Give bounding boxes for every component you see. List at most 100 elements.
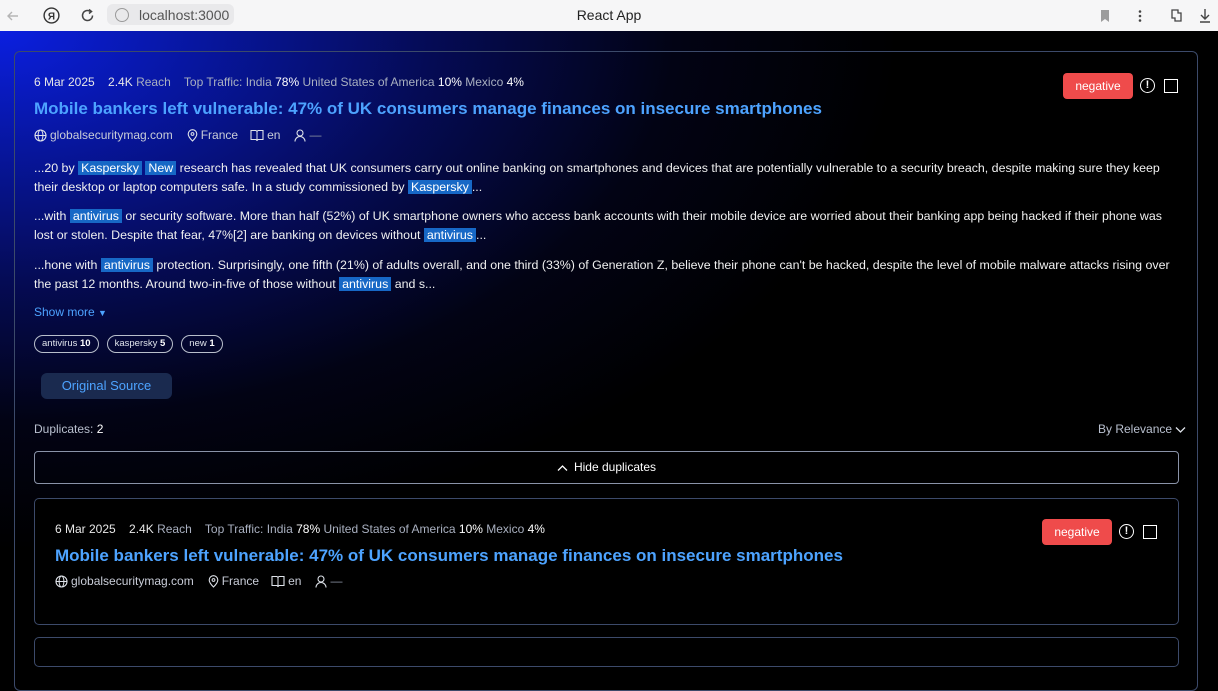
source-country: France: [200, 128, 239, 142]
reach-label: Reach: [136, 75, 171, 89]
snippet-text: protection. Surprisingly, one fifth (21%…: [34, 258, 1170, 291]
keyword-highlight: Kaspersky: [407, 179, 472, 194]
globe-icon: [55, 574, 68, 588]
tag-name: new: [189, 338, 207, 349]
sort-dropdown[interactable]: By Relevance: [1098, 422, 1186, 436]
sort-label: By Relevance: [1098, 422, 1173, 436]
yandex-logo-icon[interactable]: Я: [39, 0, 63, 31]
duplicate-meta: 6 Mar 2025 2.4K Reach Top Traffic: India…: [55, 522, 545, 536]
extensions-icon[interactable]: [1166, 0, 1188, 31]
show-more-button[interactable]: Show more ▼: [34, 305, 107, 319]
traffic-country: Mexico: [486, 522, 525, 536]
info-icon[interactable]: !: [1119, 524, 1134, 539]
tag-count: 5: [160, 338, 166, 349]
traffic-pct: 10%: [437, 75, 462, 89]
bookmark-icon[interactable]: [1094, 0, 1116, 31]
keyword-tag[interactable]: antivirus 10: [34, 335, 99, 353]
traffic-country: India: [266, 522, 293, 536]
browser-toolbar: Я localhost:3000 React App: [0, 0, 1218, 32]
snippet-text: ...hone with: [34, 258, 101, 272]
tag-list: antivirus 10 kaspersky 5 new 1: [34, 335, 223, 353]
select-checkbox[interactable]: [1143, 525, 1157, 539]
snippet-text: ...: [471, 179, 483, 194]
chevron-up-icon: [557, 464, 568, 472]
duplicates-number: 2: [96, 422, 104, 436]
person-icon: [294, 128, 306, 142]
person-icon: [315, 574, 327, 588]
traffic-pct: 10%: [458, 522, 483, 536]
svg-text:Я: Я: [47, 11, 54, 22]
back-arrow-icon[interactable]: [2, 0, 24, 31]
duplicate-title[interactable]: Mobile bankers left vulnerable: 47% of U…: [55, 546, 843, 566]
snippet-paragraph: ...20 by Kaspersky New research has reve…: [34, 159, 1184, 196]
keyword-highlight: antivirus: [69, 209, 122, 223]
original-source-button[interactable]: Original Source: [41, 373, 172, 399]
reload-icon[interactable]: [76, 0, 98, 31]
hide-duplicates-button[interactable]: Hide duplicates: [34, 451, 1179, 484]
snippet-text: or security software. More than half (52…: [34, 209, 1162, 242]
snippet-paragraph: ...hone with antivirus protection. Surpr…: [34, 256, 1184, 293]
reach-value: 2.4K: [108, 75, 133, 89]
traffic-pct: 78%: [296, 522, 321, 536]
snippet-text: ...20 by: [34, 161, 79, 175]
keyword-highlight: Kaspersky: [78, 161, 142, 175]
select-checkbox[interactable]: [1164, 79, 1178, 93]
tag-count: 10: [80, 338, 91, 349]
duplicates-label: Duplicates:: [34, 422, 94, 436]
source-language: en: [288, 574, 302, 588]
source-country: France: [221, 574, 260, 588]
traffic-country: United States of America: [302, 75, 435, 89]
tag-name: antivirus: [42, 338, 78, 349]
hide-duplicates-label: Hide duplicates: [573, 460, 657, 474]
traffic-pct: 78%: [275, 75, 300, 89]
download-icon[interactable]: [1193, 0, 1217, 31]
info-icon[interactable]: !: [1140, 78, 1155, 93]
url-text[interactable]: localhost:3000: [139, 7, 229, 23]
source-author: —: [330, 574, 343, 588]
article-meta: 6 Mar 2025 2.4K Reach Top Traffic: India…: [34, 75, 524, 89]
location-pin-icon: [208, 574, 219, 588]
book-icon: [250, 129, 264, 141]
address-bar[interactable]: localhost:3000: [107, 4, 234, 25]
duplicates-count: Duplicates: 2: [34, 422, 103, 436]
duplicate-source-row: globalsecuritymag.com France en —: [55, 574, 342, 588]
traffic-pct: 4%: [506, 75, 524, 89]
caret-down-icon: ▼: [98, 308, 107, 318]
source-author: —: [309, 128, 322, 142]
site-info-icon[interactable]: [115, 7, 129, 22]
keyword-highlight: antivirus: [339, 276, 392, 291]
duplicate-card: [34, 637, 1179, 667]
source-domain[interactable]: globalsecuritymag.com: [50, 128, 173, 142]
article-title[interactable]: Mobile bankers left vulnerable: 47% of U…: [34, 99, 822, 119]
source-domain[interactable]: globalsecuritymag.com: [71, 574, 194, 588]
article-date: 6 Mar 2025: [55, 522, 116, 536]
chevron-down-icon: [1175, 426, 1186, 434]
snippet-text: and s...: [391, 276, 436, 291]
keyword-tag[interactable]: kaspersky 5: [106, 335, 174, 353]
sentiment-badge[interactable]: negative: [1042, 519, 1112, 545]
more-vert-icon[interactable]: [1130, 0, 1150, 31]
show-more-label: Show more: [34, 305, 95, 319]
top-traffic-label: Top Traffic:: [183, 75, 243, 89]
top-traffic-label: Top Traffic:: [204, 522, 264, 536]
article-date: 6 Mar 2025: [34, 75, 95, 89]
tag-count: 1: [209, 338, 215, 349]
book-icon: [271, 575, 285, 587]
reach-label: Reach: [157, 522, 192, 536]
source-language: en: [267, 128, 281, 142]
traffic-country: India: [245, 75, 272, 89]
location-pin-icon: [187, 128, 198, 142]
article-source-row: globalsecuritymag.com France en —: [34, 128, 321, 142]
keyword-tag[interactable]: new 1: [181, 335, 223, 353]
keyword-highlight: antivirus: [423, 227, 476, 242]
snippet-paragraph: ...with antivirus or security software. …: [34, 207, 1184, 244]
keyword-highlight: New: [145, 161, 177, 175]
traffic-country: Mexico: [465, 75, 504, 89]
globe-icon: [34, 128, 47, 142]
traffic-country: United States of America: [323, 522, 456, 536]
snippet-text: ...with: [34, 209, 70, 223]
snippet-text: research has revealed that UK consumers …: [34, 161, 1160, 194]
snippet-text: ...: [476, 227, 487, 242]
keyword-highlight: antivirus: [100, 258, 153, 272]
sentiment-badge[interactable]: negative: [1063, 73, 1133, 99]
